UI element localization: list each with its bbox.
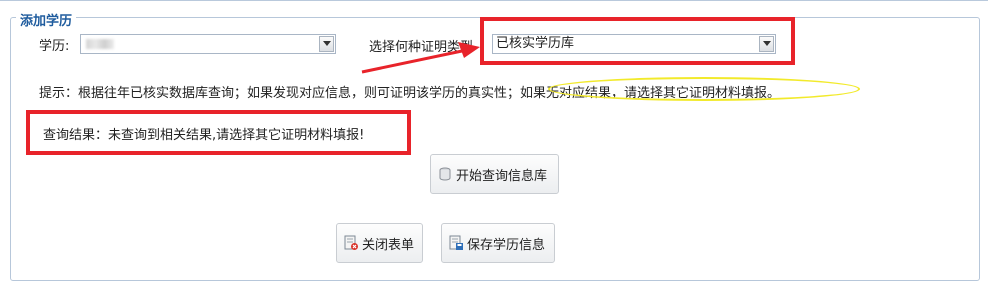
education-label: 学历: <box>39 39 70 54</box>
blurred-value <box>86 39 114 49</box>
start-query-label: 开始查询信息库 <box>456 168 548 184</box>
close-form-icon <box>344 235 358 250</box>
save-icon <box>449 235 463 250</box>
red-arrow-annotation <box>361 42 480 74</box>
close-form-button[interactable]: 关闭表单 <box>336 223 423 263</box>
top-border-line <box>0 0 988 1</box>
education-select[interactable] <box>80 34 336 54</box>
save-education-label: 保存学历信息 <box>467 237 546 253</box>
close-form-label: 关闭表单 <box>362 237 415 253</box>
annotation-ellipse-hint <box>548 77 860 101</box>
annotation-box-proof-type <box>480 17 795 65</box>
database-icon <box>439 167 451 181</box>
save-education-button[interactable]: 保存学历信息 <box>441 223 555 263</box>
section-title: 添加学历 <box>16 10 77 29</box>
chevron-down-icon[interactable] <box>319 36 334 52</box>
start-query-button[interactable]: 开始查询信息库 <box>430 154 559 194</box>
annotation-box-result <box>26 110 411 155</box>
